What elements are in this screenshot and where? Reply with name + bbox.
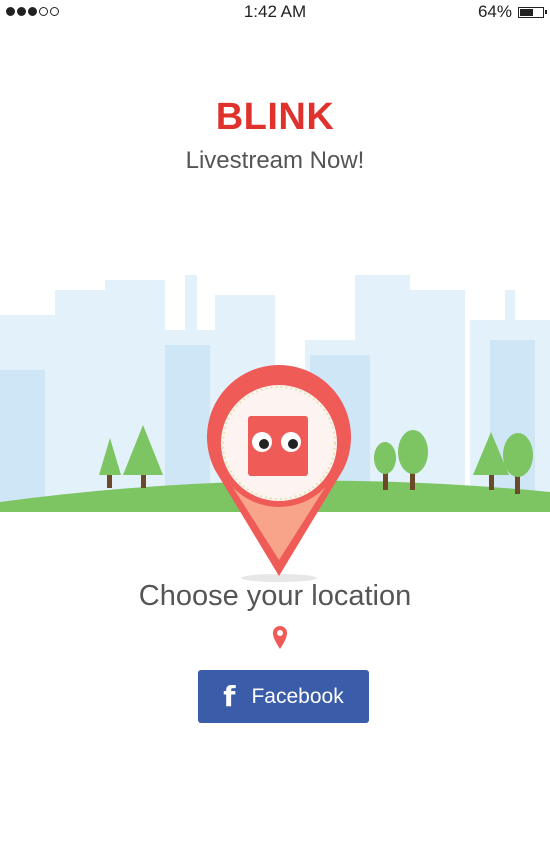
city-illustration bbox=[0, 275, 550, 582]
facebook-button-label: Facebook bbox=[251, 684, 344, 708]
location-pin-mascot bbox=[207, 365, 351, 582]
choose-location-text: Choose your location bbox=[138, 580, 412, 612]
status-time: 1:42 AM bbox=[243, 2, 307, 21]
facebook-login-button[interactable]: f Facebook bbox=[198, 670, 369, 723]
status-bar: 1:42 AM 64% bbox=[0, 0, 550, 24]
app-subtitle: Livestream Now! bbox=[185, 147, 365, 174]
location-pin-icon bbox=[273, 626, 287, 649]
battery-status: 64% bbox=[477, 2, 547, 22]
facebook-f-icon: f bbox=[223, 680, 236, 713]
battery-percent: 64% bbox=[477, 2, 512, 21]
app-title: BLINK bbox=[215, 96, 335, 138]
battery-icon bbox=[518, 6, 547, 18]
